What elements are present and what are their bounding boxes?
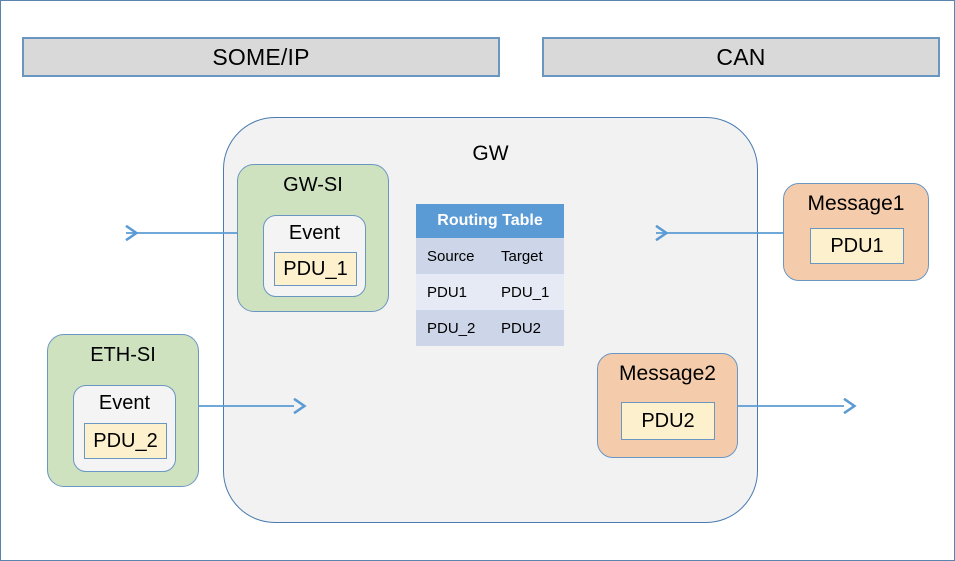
- routing-table-cell-target: PDU2: [490, 310, 564, 346]
- routing-table-column-target: Target: [490, 238, 564, 274]
- event-box-gw-si-label: Event: [288, 222, 341, 244]
- protocol-bar-someip-label: SOME/IP: [212, 43, 310, 70]
- event-box-gw-si: Event PDU_1: [263, 215, 366, 297]
- routing-table-head: Routing Table Source Target: [416, 204, 564, 274]
- routing-table-title: Routing Table: [416, 204, 564, 238]
- routing-table-cell-source: PDU1: [416, 274, 490, 310]
- service-interface-gw-si-label: GW-SI: [283, 174, 343, 196]
- message-box-message2-label: Message2: [619, 362, 716, 385]
- table-row: PDU1 PDU_1: [416, 274, 564, 310]
- protocol-bar-can-label: CAN: [716, 43, 766, 70]
- message-box-message2: Message2 PDU2: [597, 353, 738, 458]
- protocol-bar-can: CAN: [542, 37, 940, 77]
- diagram-canvas: SOME/IP CAN GW GW-SI Event PDU_1 ETH-SI …: [0, 0, 955, 561]
- service-interface-eth-si-label: ETH-SI: [90, 344, 156, 366]
- event-box-eth-si: Event PDU_2: [73, 385, 176, 472]
- routing-table: Routing Table Source Target PDU1 PDU_1 P…: [416, 204, 564, 346]
- routing-table-body: PDU1 PDU_1 PDU_2 PDU2: [416, 274, 564, 346]
- routing-table-column-row: Source Target: [416, 238, 564, 274]
- routing-table-cell-target: PDU_1: [490, 274, 564, 310]
- message-box-message1-label: Message1: [807, 192, 905, 215]
- service-interface-eth-si: ETH-SI Event PDU_2: [47, 334, 199, 487]
- routing-table-column-source: Source: [416, 238, 490, 274]
- arrow-gw-si-out-left: [121, 223, 249, 243]
- event-box-eth-si-label: Event: [98, 392, 151, 414]
- protocol-bar-someip: SOME/IP: [22, 37, 500, 77]
- routing-table-cell-source: PDU_2: [416, 310, 490, 346]
- arrow-message1-in-left: [651, 223, 789, 243]
- pdu-box-gw-si: PDU_1: [274, 252, 357, 286]
- pdu-box-eth-si: PDU_2: [84, 423, 167, 459]
- arrow-message2-out-right: [736, 396, 851, 416]
- pdu-box-message1: PDU1: [810, 228, 904, 264]
- service-interface-gw-si: GW-SI Event PDU_1: [237, 164, 389, 312]
- table-row: PDU_2 PDU2: [416, 310, 564, 346]
- message-box-message1: Message1 PDU1: [783, 183, 929, 281]
- pdu-box-message2: PDU2: [621, 402, 715, 440]
- routing-table-title-row: Routing Table: [416, 204, 564, 238]
- gateway-label: GW: [472, 142, 509, 165]
